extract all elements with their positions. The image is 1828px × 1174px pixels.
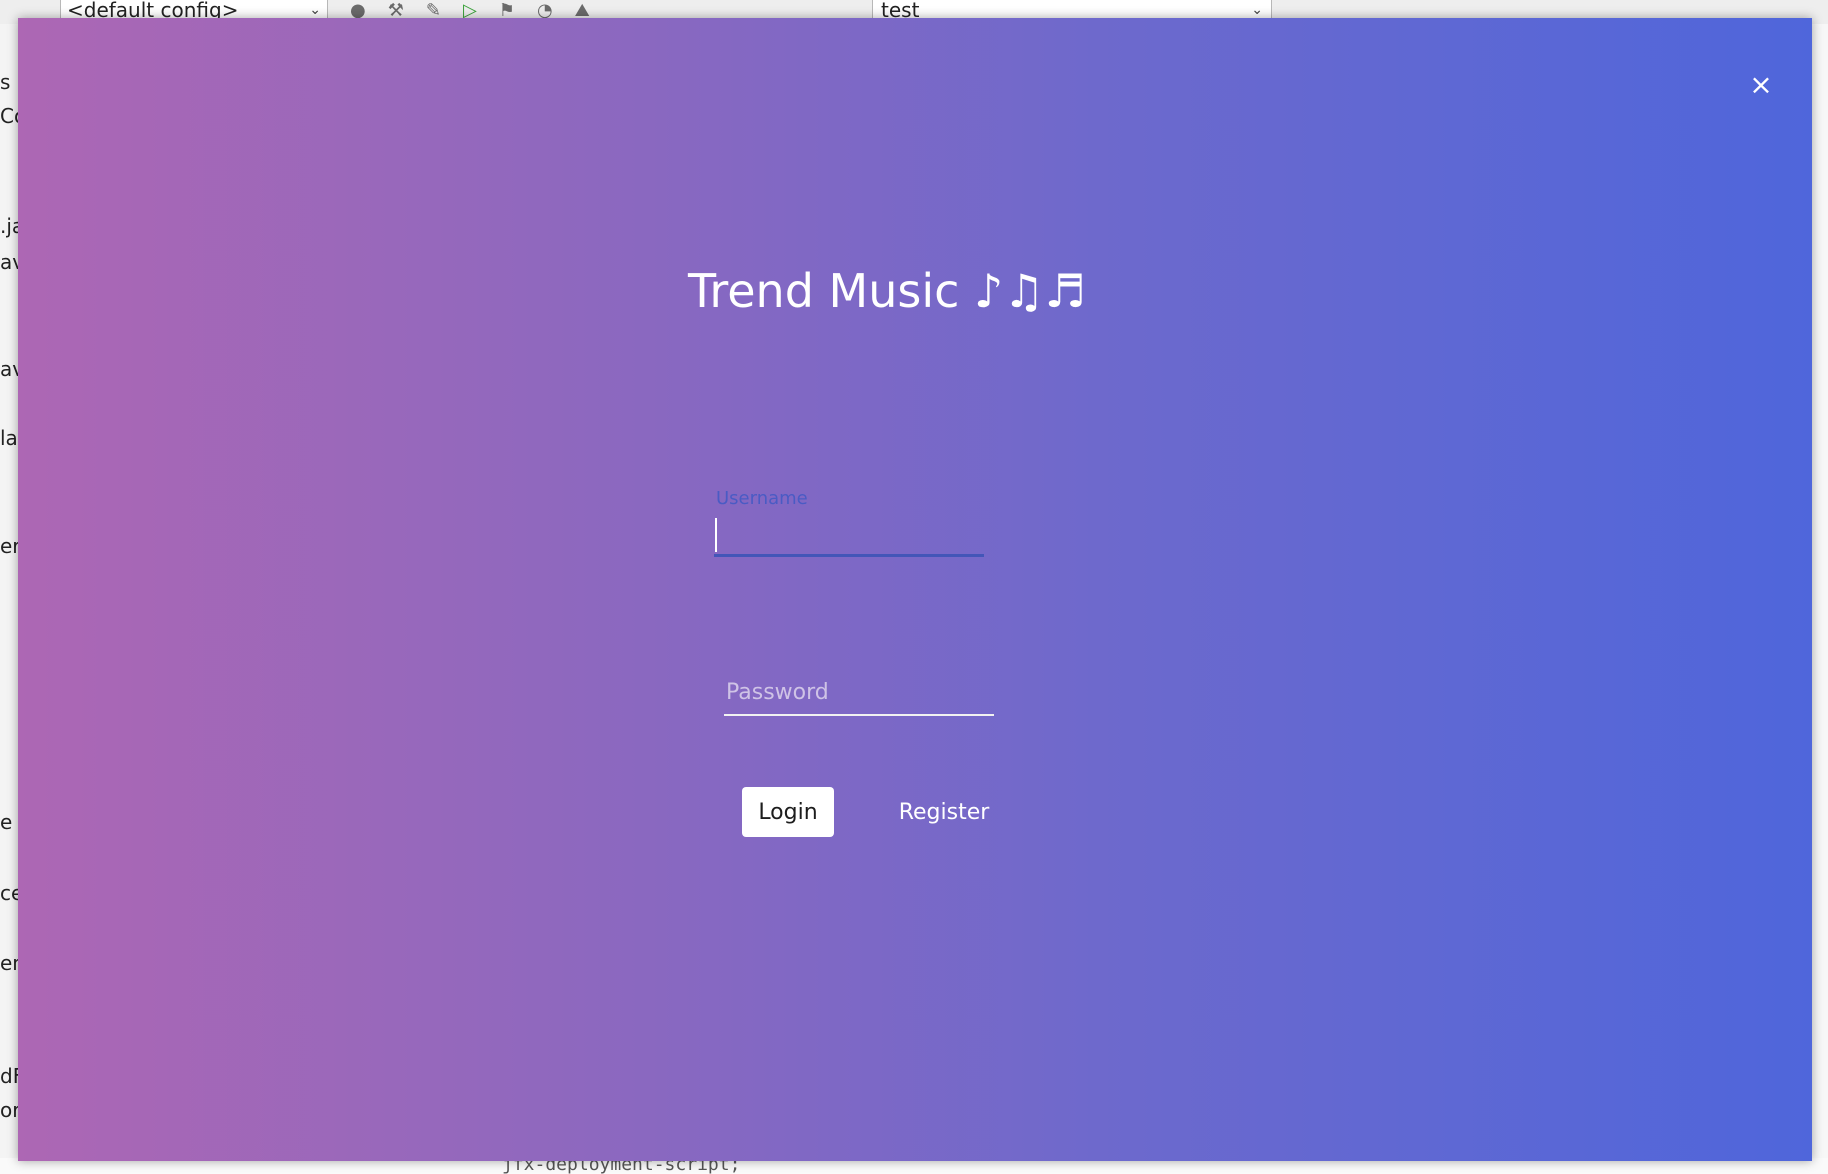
ide-fragment: av <box>0 250 18 274</box>
ide-fragment: e <box>0 810 13 834</box>
run-target-select[interactable]: test ⌄ <box>872 0 1272 20</box>
ide-fragment: lar <box>0 426 18 450</box>
ide-right-panel <box>1811 24 1828 1174</box>
config-select-value: <default config> <box>67 0 239 20</box>
chevron-down-icon: ⌄ <box>1251 2 1263 18</box>
ide-fragment: or <box>0 1098 19 1122</box>
ide-fragment: s <box>0 70 11 94</box>
text-caret <box>715 518 717 552</box>
ide-fragment: .ja <box>0 214 18 238</box>
ide-fragment: en <box>0 951 18 975</box>
login-window: × Trend Music ♪♫♬ Username Login Registe… <box>18 18 1812 1161</box>
ide-toolbar-icons: ● ⚒ ✎ ▷ ⚑ ◔ ⛰ <box>350 0 590 21</box>
ide-fragment: Co <box>0 104 18 128</box>
register-button[interactable]: Register <box>886 787 1002 837</box>
run-target-value: test <box>881 0 920 20</box>
close-icon[interactable]: × <box>1746 70 1776 100</box>
ide-fragment: dF <box>0 1064 18 1088</box>
ide-left-panel: s Co .ja av av lar er e ce en dF or <box>0 24 19 1174</box>
app-title: Trend Music ♪♫♬ <box>688 264 1086 318</box>
username-field[interactable] <box>714 513 984 557</box>
ide-fragment: av <box>0 357 18 381</box>
chevron-down-icon: ⌄ <box>309 2 321 18</box>
login-button[interactable]: Login <box>742 787 834 837</box>
password-field[interactable] <box>724 670 994 716</box>
ide-fragment: er <box>0 534 19 558</box>
ide-fragment: ce <box>0 881 18 905</box>
config-select[interactable]: <default config> ⌄ <box>60 0 328 20</box>
username-label: Username <box>716 488 808 509</box>
